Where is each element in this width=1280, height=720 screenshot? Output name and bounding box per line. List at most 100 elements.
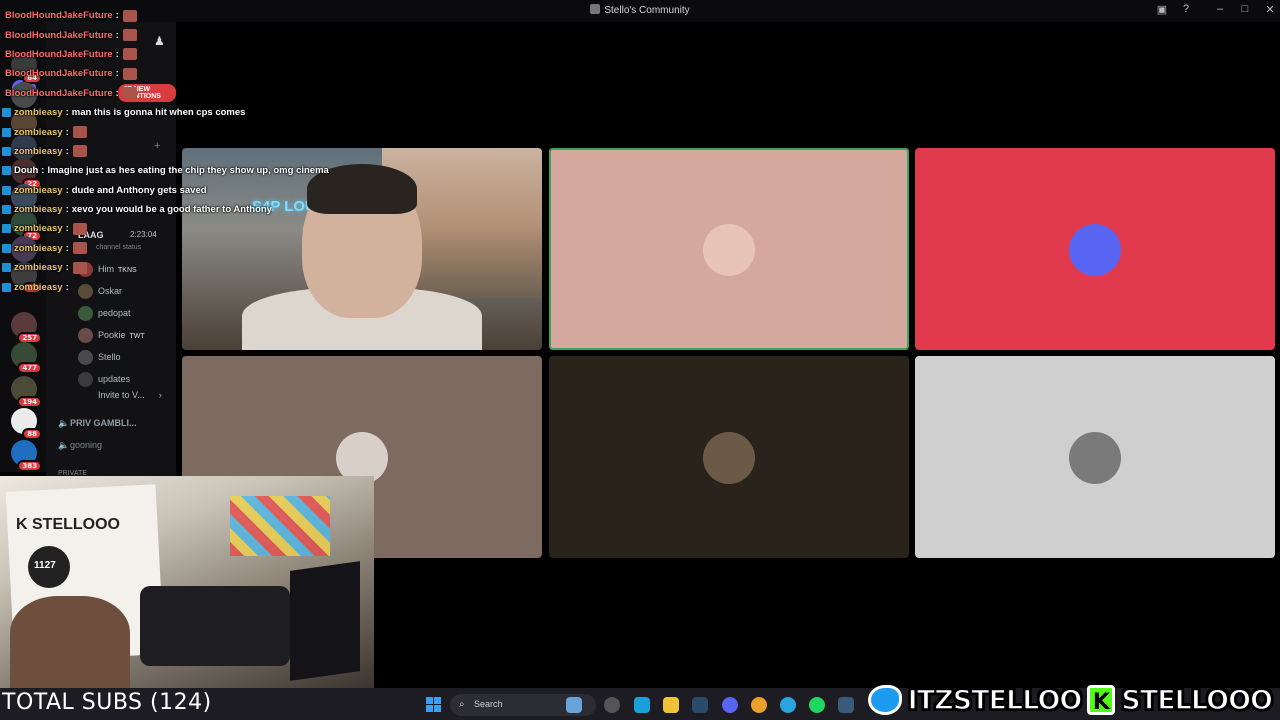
chat-username: BloodHoundJakeFuture (5, 29, 113, 41)
chat-username: BloodHoundJakeFuture (5, 87, 113, 99)
chat-message: BloodHoundJakeFuture: (0, 6, 360, 25)
minimize-button[interactable]: – (1212, 3, 1228, 15)
chat-separator: : (115, 87, 119, 99)
chat-separator: : (115, 10, 119, 22)
video-tile[interactable] (549, 356, 909, 558)
chat-separator: : (115, 68, 119, 80)
chat-username: BloodHoundJakeFuture (5, 10, 113, 22)
chat-separator: : (115, 48, 119, 60)
chrome-dev-icon[interactable] (604, 697, 620, 713)
emote-icon (72, 222, 87, 235)
emote-icon (122, 29, 137, 42)
platform-icon (2, 263, 11, 273)
chrome-icon[interactable] (751, 697, 767, 713)
emote-icon (122, 87, 137, 100)
chat-text: Imagine just as hes eating the chip they… (47, 165, 329, 177)
chat-message: Douh: Imagine just as hes eating the chip… (0, 161, 360, 180)
chat-message: zombieasy: man this is gonna hit when cps… (0, 103, 360, 122)
inbox-icon[interactable]: ▣ (1154, 3, 1170, 16)
server-icon[interactable]: 257 (11, 312, 42, 344)
unread-badge: 194 (17, 396, 42, 408)
participant-avatar (1069, 432, 1121, 484)
close-button[interactable]: ✕ (1262, 3, 1278, 16)
platform-icon (2, 243, 11, 253)
channel-priv-gamble[interactable]: 🔈PRIV GAMBLI... (58, 418, 137, 429)
platform-icon (2, 224, 11, 234)
server-icon[interactable]: 383 (11, 440, 42, 472)
chat-separator: : (65, 126, 69, 138)
chat-separator: : (65, 281, 69, 293)
spotify-icon[interactable] (809, 697, 825, 713)
telegram-icon[interactable] (780, 697, 796, 713)
platform-icon (2, 282, 11, 292)
chat-username: zombieasy (14, 281, 63, 293)
chat-separator: : (65, 204, 69, 216)
chat-username: zombieasy (14, 242, 63, 254)
speaker-icon: 🔈 (58, 440, 70, 450)
steam-2-icon[interactable] (838, 697, 854, 713)
voice-member[interactable]: Stello (78, 350, 121, 365)
server-icon[interactable]: 88 (11, 408, 42, 440)
chat-message: zombieasy: (0, 258, 360, 277)
chat-username: BloodHoundJakeFuture (5, 48, 113, 60)
discord-icon[interactable] (722, 697, 738, 713)
platform-icon (2, 205, 11, 215)
streamer (10, 596, 130, 688)
chat-username: zombieasy (14, 107, 63, 119)
box-sticker: 1127 (28, 546, 70, 588)
server-icon (590, 4, 601, 14)
video-tile[interactable] (549, 148, 909, 350)
video-tile[interactable] (915, 356, 1275, 558)
emote-icon (122, 9, 137, 22)
chat-message: zombieasy: (0, 122, 360, 141)
platform-icon (2, 127, 11, 137)
search-icon: ⌕ (459, 699, 465, 710)
file-explorer-icon[interactable] (663, 697, 679, 713)
monitor (290, 561, 360, 681)
chat-separator: : (65, 145, 69, 157)
emote-icon (122, 48, 137, 61)
chat-username: zombieasy (14, 184, 63, 196)
channel-gooning[interactable]: 🔈gooning (58, 440, 102, 451)
chat-message: BloodHoundJakeFuture: (0, 45, 360, 64)
chat-text: xevo you would be a good father to Antho… (71, 204, 272, 216)
maximize-button[interactable]: □ (1237, 3, 1253, 15)
chat-username: BloodHoundJakeFuture (5, 68, 113, 80)
voice-member[interactable]: pedopat (78, 306, 131, 321)
stream-chat-overlay: BloodHoundJakeFuture: BloodHoundJakeFutur… (0, 6, 360, 297)
platform-icon (2, 185, 11, 195)
wall-posters (230, 496, 330, 556)
server-icon[interactable]: 194 (11, 376, 42, 408)
chat-message: zombieasy: xevo you would be a good fathe… (0, 200, 360, 219)
chat-separator: : (65, 107, 69, 119)
chat-message: zombieasy: (0, 142, 360, 161)
unread-badge: 383 (17, 460, 42, 472)
edge-icon[interactable] (634, 697, 650, 713)
member-name: Pookie (98, 329, 126, 340)
chat-message: zombieasy: (0, 219, 360, 238)
chat-username: zombieasy (14, 262, 63, 274)
member-tag: TWT (129, 332, 145, 340)
avatar (78, 306, 93, 321)
emote-icon (72, 261, 87, 274)
avatar (78, 328, 93, 343)
invite-to-voice[interactable]: Invite to V... › (98, 390, 162, 400)
help-icon[interactable]: ? (1178, 3, 1194, 15)
widgets-icon[interactable] (566, 697, 582, 713)
chat-message: BloodHoundJakeFuture: (0, 25, 360, 44)
server-icon[interactable]: 477 (11, 342, 42, 374)
unread-badge: 477 (17, 362, 42, 374)
emote-icon (72, 126, 87, 139)
chat-username: zombieasy (14, 223, 63, 235)
video-tile[interactable] (915, 148, 1275, 350)
chat-username: zombieasy (14, 145, 63, 157)
kick-icon: K (1087, 685, 1116, 715)
voice-member[interactable]: Pookie TWT (78, 328, 145, 343)
platform-icon (2, 166, 11, 176)
twitter-icon (867, 685, 902, 715)
windows-start-icon[interactable] (426, 697, 441, 712)
steam-icon[interactable] (692, 697, 708, 713)
social-banner: ITZSTELLOO K STELLOOO (867, 682, 1274, 718)
voice-member[interactable]: updates (78, 372, 130, 387)
total-subs-counter: TOTAL SUBS (124) (2, 690, 212, 715)
